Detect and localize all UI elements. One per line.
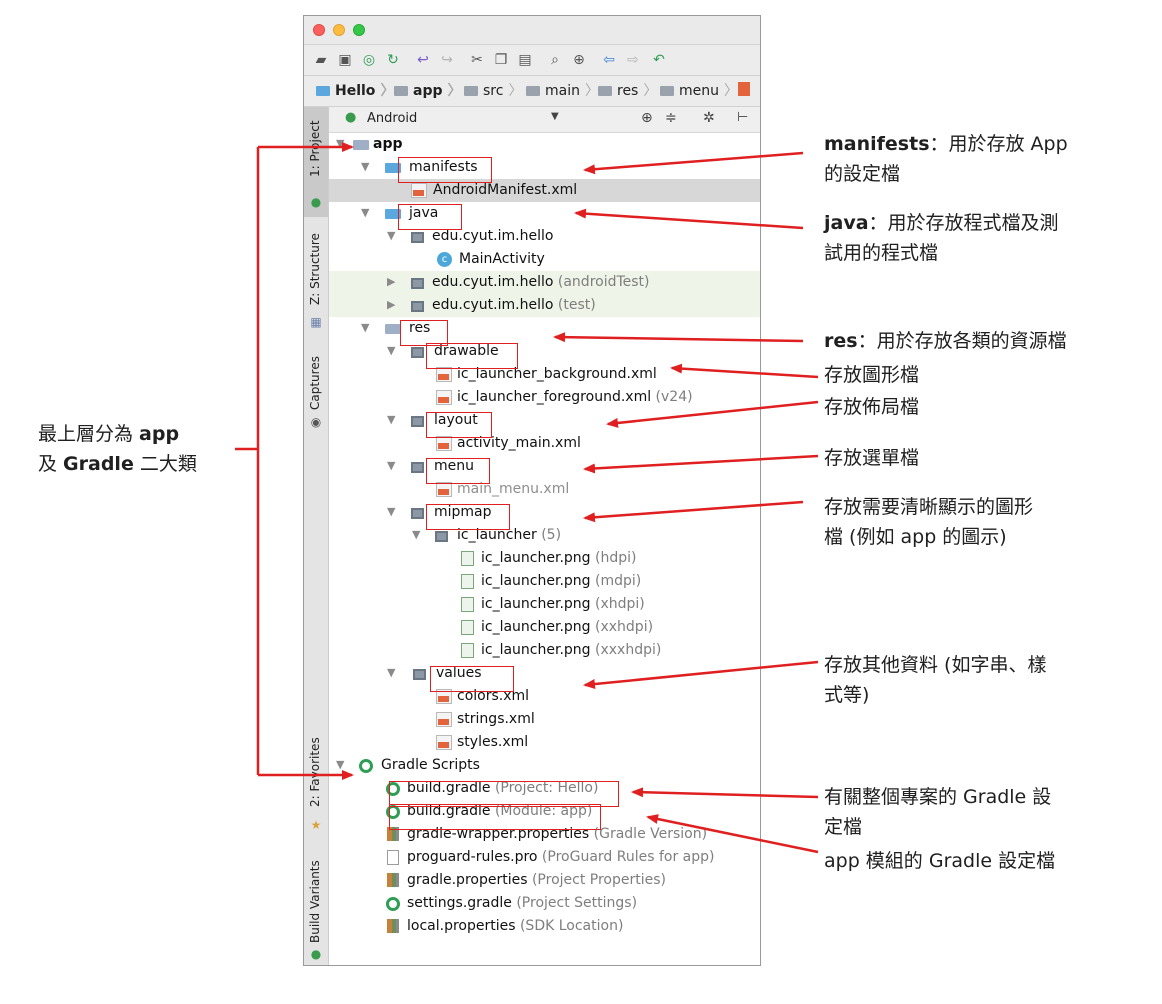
- note-drawable: 存放圖形檔: [824, 364, 920, 386]
- note-java: java：用於存放程式檔及測 試用的程式檔: [824, 212, 1059, 264]
- note-module-gradle: app 模組的 Gradle 設定檔: [824, 850, 1056, 872]
- note-manifests: manifests：用於存放 App 的設定檔: [824, 133, 1068, 185]
- note-project-gradle: 有關整個專案的 Gradle 設 定檔: [824, 786, 1052, 838]
- note-layout: 存放佈局檔: [824, 396, 920, 418]
- note-res: res：用於存放各類的資源檔: [824, 330, 1067, 352]
- note-mipmap: 存放需要清晰顯示的圖形 檔 (例如 app 的圖示): [824, 496, 1034, 548]
- note-top-level: 最上層分為 app 及 Gradle 二大類: [38, 423, 197, 475]
- note-menu: 存放選單檔: [824, 447, 920, 469]
- note-values: 存放其他資料 (如字串、樣 式等): [824, 654, 1047, 706]
